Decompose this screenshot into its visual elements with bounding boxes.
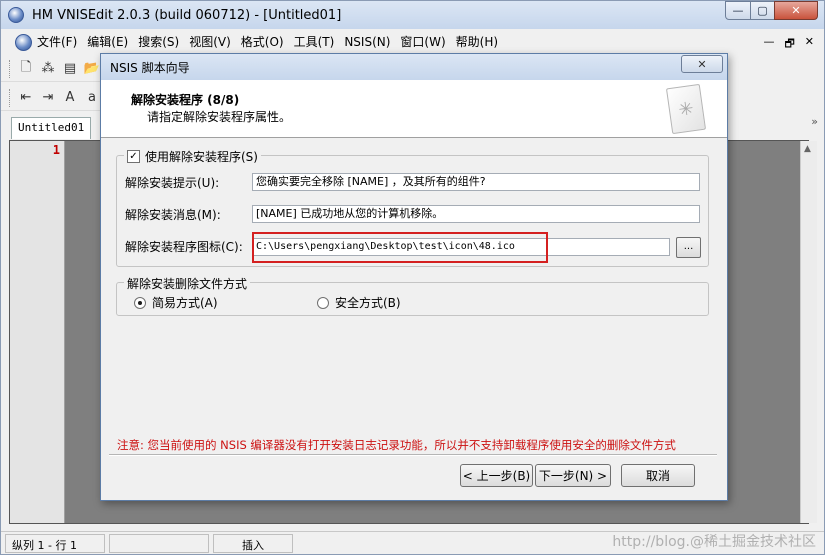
insert-mode: 插入 [213, 533, 293, 553]
radio-button[interactable] [317, 296, 329, 309]
button-separator [109, 454, 717, 456]
toolbar-format: ⇤ ⇥ A a [1, 85, 101, 111]
document-tabs: Untitled01 [11, 117, 92, 139]
wizard-icon[interactable]: ⁂ [40, 61, 56, 77]
uninstall-prompt-input[interactable]: 您确实要完全移除 [NAME] ，及其所有的组件? [252, 173, 700, 191]
safe-mode-radio[interactable]: 安全方式(B) [317, 294, 401, 311]
wizard-page-icon: ✳ [665, 83, 707, 135]
tab-overflow-icon[interactable]: » [811, 115, 818, 128]
status-cell [109, 533, 209, 553]
step-title: 解除安装程序 (8/8) [131, 93, 240, 107]
minimize-button[interactable]: — [725, 1, 751, 20]
menu-nsis[interactable]: NSIS(N) [339, 29, 395, 55]
line-gutter: 1 [10, 141, 65, 523]
menu-file[interactable]: 文件(F) [32, 29, 82, 55]
use-uninstaller-checkbox[interactable]: ✓ [127, 150, 140, 163]
mdi-controls: — 🗗 ✕ [763, 35, 814, 54]
app-globe-icon [8, 7, 24, 23]
open-folder-icon[interactable]: 📂 [84, 61, 100, 77]
menu-search[interactable]: 搜索(S) [133, 29, 184, 55]
cursor-position: 纵列 1 - 行 1 [5, 533, 105, 553]
uninstall-prompt-label: 解除安装提示(U): [125, 176, 220, 190]
menu-window[interactable]: 窗口(W) [395, 29, 450, 55]
maximize-button[interactable]: ▢ [750, 1, 775, 20]
uninstall-message-input[interactable]: [NAME] 已成功地从您的计算机移除。 [252, 205, 700, 223]
mdi-close-button[interactable]: ✕ [805, 35, 814, 54]
next-button[interactable]: 下一步(N) > [535, 464, 611, 487]
line-number: 1 [52, 143, 60, 157]
font-icon[interactable]: A [62, 90, 78, 106]
menu-view[interactable]: 视图(V) [184, 29, 236, 55]
menu-bar: 文件(F) 编辑(E) 搜索(S) 视图(V) 格式(O) 工具(T) NSIS… [1, 29, 824, 55]
menu-tools[interactable]: 工具(T) [289, 29, 340, 55]
vertical-scrollbar[interactable]: ▲ [800, 141, 817, 523]
back-button[interactable]: < 上一步(B) [460, 464, 533, 487]
window-title: HM VNISEdit 2.0.3 (build 060712) - [Unti… [32, 7, 342, 23]
use-uninstaller-checkbox-row[interactable]: ✓ 使用解除安装程序(S) [124, 148, 261, 165]
dialog-title: NSIS 脚本向导 [110, 60, 190, 75]
simple-mode-label: 简易方式(A) [152, 296, 218, 310]
uninstall-message-label: 解除安装消息(M): [125, 208, 221, 222]
title-bar: HM VNISEdit 2.0.3 (build 060712) - [Unti… [1, 1, 824, 29]
menu-format[interactable]: 格式(O) [236, 29, 289, 55]
toolbar-grip[interactable] [9, 88, 12, 107]
dialog-close-button[interactable]: ✕ [681, 55, 723, 73]
dialog-title-bar: NSIS 脚本向导 ✕ [101, 54, 727, 80]
nsis-script-wizard-dialog: NSIS 脚本向导 ✕ 解除安装程序 (8/8) 请指定解除安装程序属性。 ✳ … [100, 53, 728, 501]
simple-mode-radio[interactable]: 简易方式(A) [134, 294, 218, 311]
mdi-minimize-button[interactable]: — [763, 35, 774, 54]
radio-button[interactable] [134, 296, 146, 309]
uninstaller-group: ✓ 使用解除安装程序(S) 解除安装提示(U): 您确实要完全移除 [NAME]… [116, 148, 709, 267]
indent-icon[interactable]: ⇥ [40, 90, 56, 106]
toolbar-standard: 🗋 ⁂ ▤ 📂 [1, 56, 101, 82]
uninstaller-icon-label: 解除安装程序图标(C): [125, 240, 243, 254]
tab-untitled01[interactable]: Untitled01 [11, 117, 92, 139]
delete-method-legend: 解除安装删除文件方式 [124, 275, 251, 292]
delete-method-group: 解除安装删除文件方式 简易方式(A) 安全方式(B) [116, 275, 709, 316]
toolbar-grip[interactable] [9, 59, 12, 78]
step-subtitle: 请指定解除安装程序属性。 [147, 110, 292, 124]
browse-icon-button[interactable]: ... [676, 237, 701, 258]
mdi-restore-button[interactable]: 🗗 [784, 35, 794, 54]
lowercase-icon[interactable]: a [84, 90, 100, 106]
outdent-icon[interactable]: ⇤ [18, 90, 34, 106]
wizard-header: 解除安装程序 (8/8) 请指定解除安装程序属性。 ✳ [101, 80, 727, 138]
warning-note: 注意: 您当前使用的 NSIS 编译器没有打开安装日志记录功能，所以并不支持卸载… [117, 438, 676, 452]
cancel-button[interactable]: 取消 [621, 464, 695, 487]
menu-help[interactable]: 帮助(H) [451, 29, 503, 55]
watermark: http://blog.@稀土掘金技术社区 [612, 534, 816, 550]
document-globe-icon [15, 33, 32, 51]
use-uninstaller-label: 使用解除安装程序(S) [145, 150, 258, 164]
close-button[interactable]: ✕ [774, 1, 818, 20]
template-icon[interactable]: ▤ [62, 61, 78, 77]
menu-edit[interactable]: 编辑(E) [82, 29, 133, 55]
uninstaller-icon-input[interactable]: C:\Users\pengxiang\Desktop\test\icon\48.… [252, 238, 670, 256]
new-file-icon[interactable]: 🗋 [18, 60, 34, 77]
safe-mode-label: 安全方式(B) [335, 296, 401, 310]
scroll-up-icon[interactable]: ▲ [804, 144, 811, 154]
